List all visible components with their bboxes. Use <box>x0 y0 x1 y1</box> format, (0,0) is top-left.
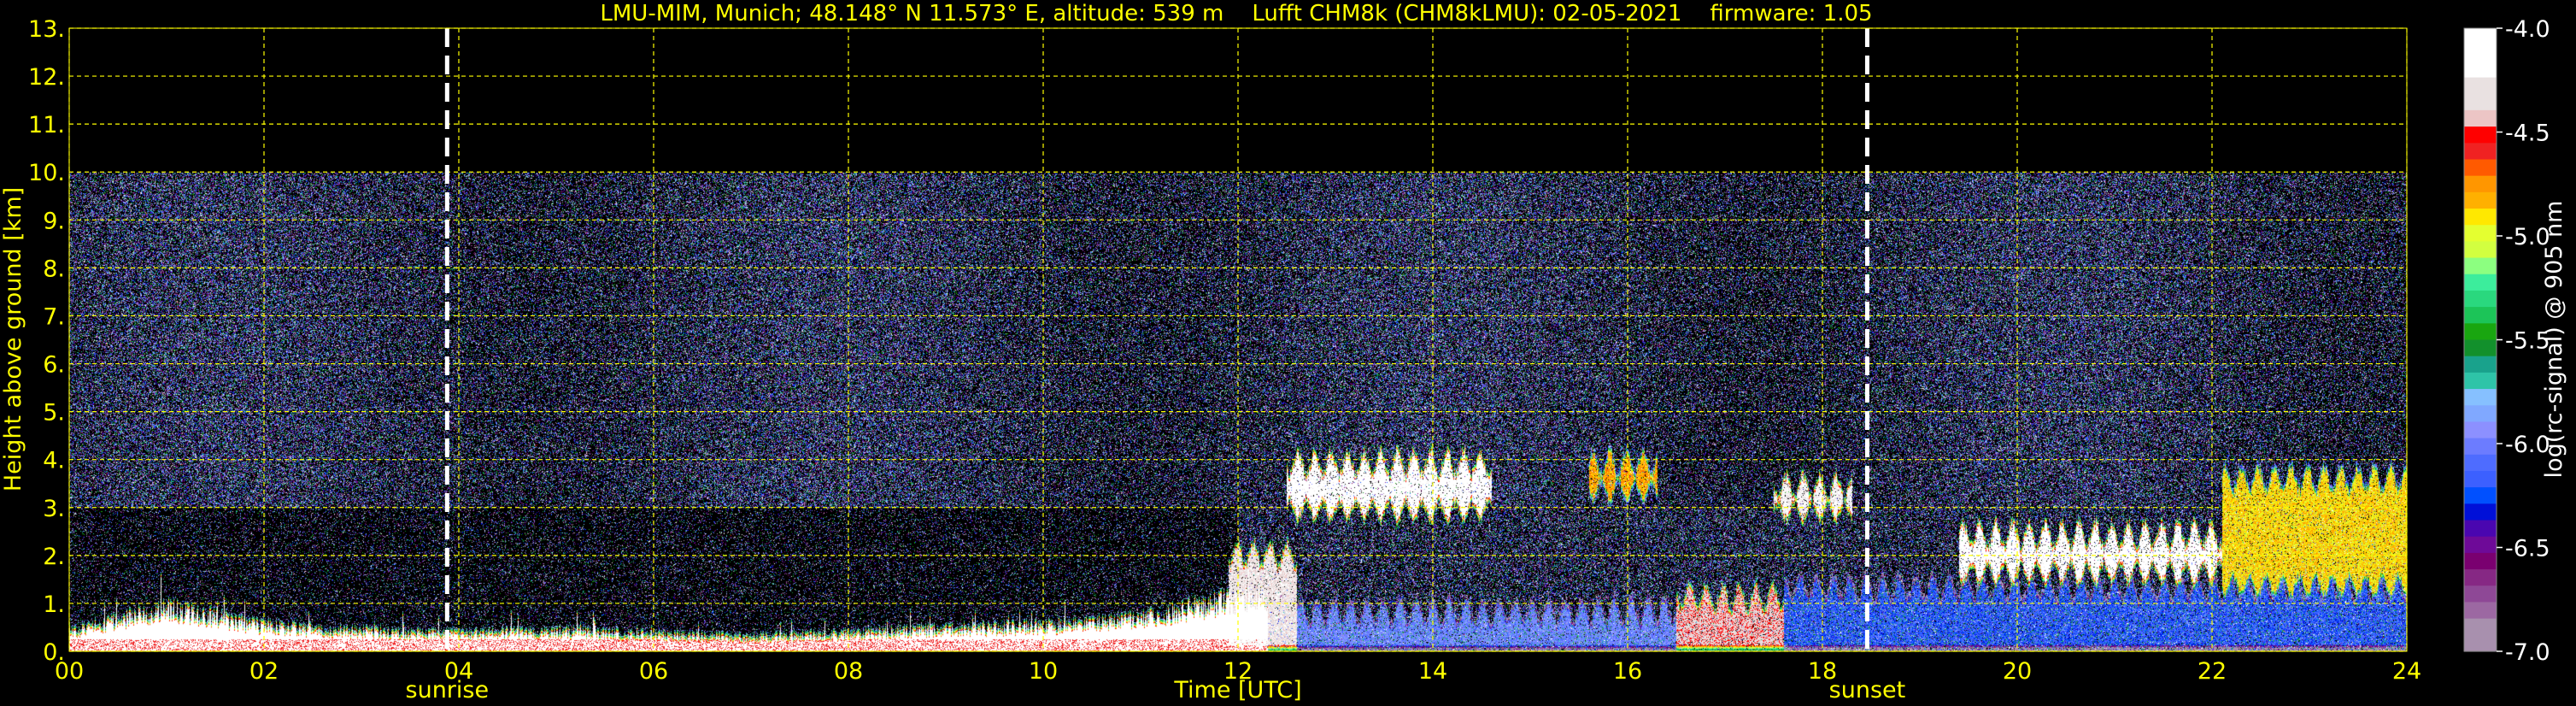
sunset-label: sunset <box>1829 677 1906 703</box>
grid <box>68 27 2408 652</box>
colorbar-swatch <box>2464 585 2497 603</box>
colorbar-swatch <box>2464 618 2497 636</box>
colorbar-swatch <box>2464 602 2497 620</box>
colorbar-swatch <box>2464 175 2497 193</box>
colorbar-swatch <box>2464 44 2497 62</box>
x-tick-label: 14 <box>1418 658 1447 685</box>
chart-title: LMU-MIM, Munich; 48.148° N 11.573° E, al… <box>600 1 1872 26</box>
x-tick-label: 08 <box>834 658 863 685</box>
colorbar-swatch <box>2464 487 2497 504</box>
colorbar-tick-label: -4.5 <box>2505 121 2550 147</box>
colorbar-swatch <box>2464 339 2497 357</box>
x-tick-label: 24 <box>2392 658 2421 685</box>
colorbar-swatch <box>2464 109 2497 127</box>
colorbar-swatch <box>2464 257 2497 275</box>
y-tick-label: 0. <box>43 639 65 666</box>
colorbar-swatch <box>2464 569 2497 586</box>
x-tick-label: 06 <box>639 658 668 685</box>
y-tick-label: 8. <box>43 256 65 282</box>
x-axis-label: Time [UTC] <box>1173 677 1301 703</box>
colorbar-swatch <box>2464 372 2497 390</box>
colorbar-swatch <box>2464 454 2497 472</box>
colorbar-swatch <box>2464 405 2497 423</box>
colorbar-swatch <box>2464 290 2497 308</box>
y-tick-label: 4. <box>43 448 65 474</box>
y-axis-label: Height above ground [km] <box>0 187 26 491</box>
y-tick-label: 2. <box>43 544 65 570</box>
colorbar-swatch <box>2464 356 2497 374</box>
colorbar-tick-label: -6.5 <box>2505 536 2550 562</box>
colorbar-swatch <box>2464 520 2497 538</box>
colorbar-swatch <box>2464 225 2497 242</box>
x-tick-label: 10 <box>1029 658 1058 685</box>
y-tick-label: 7. <box>43 303 65 330</box>
x-tick-label: 20 <box>2003 658 2032 685</box>
colorbar-swatch <box>2464 421 2497 439</box>
colorbar-swatch <box>2464 241 2497 259</box>
colorbar-swatch <box>2464 159 2497 177</box>
y-tick-labels: 0. 1. 2. 3. 4. 5. 6. 7. 8. 9. 10. 11. 12. 13. <box>28 16 65 666</box>
colorbar-swatch <box>2464 143 2497 161</box>
colorbar-swatch <box>2464 634 2497 652</box>
colorbar-swatch <box>2464 28 2497 45</box>
colorbar-swatch <box>2464 503 2497 521</box>
y-tick-label: 1. <box>43 591 65 618</box>
colorbar-label: log(rc-signal) @ 905 nm <box>2541 201 2567 479</box>
x-tick-label: 02 <box>249 658 279 685</box>
y-tick-label: 10. <box>28 160 65 186</box>
y-tick-label: 12. <box>28 64 65 91</box>
colorbar: -4.0-4.5-5.0-5.5-6.0-6.5-7.0 <box>2463 16 2550 666</box>
sun-lines <box>444 28 1869 651</box>
colorbar-swatch <box>2464 323 2497 341</box>
y-tick-label: 9. <box>43 208 65 234</box>
y-tick-label: 11. <box>28 112 65 138</box>
y-tick-label: 13. <box>28 16 65 43</box>
colorbar-swatch <box>2464 191 2497 209</box>
chart-overlay: LMU-MIM, Munich; 48.148° N 11.573° E, al… <box>0 1 2567 703</box>
colorbar-swatch <box>2464 61 2497 79</box>
y-tick-label: 5. <box>43 400 65 427</box>
colorbar-swatch <box>2464 389 2497 406</box>
x-tick-label: 16 <box>1613 658 1642 685</box>
colorbar-swatch <box>2464 209 2497 226</box>
y-tick-label: 3. <box>43 496 65 522</box>
sunrise-label: sunrise <box>406 677 490 703</box>
colorbar-swatch <box>2464 307 2497 324</box>
colorbar-tick-label: -4.0 <box>2505 16 2550 43</box>
colorbar-swatch <box>2464 536 2497 554</box>
colorbar-swatch <box>2464 552 2497 570</box>
annotation-labels: sunrise sunset <box>406 677 1906 703</box>
colorbar-swatch <box>2464 126 2497 144</box>
colorbar-swatch <box>2464 438 2497 456</box>
x-tick-label: 22 <box>2198 658 2227 685</box>
colorbar-swatch <box>2464 93 2497 111</box>
y-tick-label: 6. <box>43 352 65 379</box>
colorbar-swatch <box>2464 470 2497 488</box>
colorbar-swatch <box>2464 274 2497 291</box>
colorbar-swatch <box>2464 77 2497 95</box>
colorbar-tick-label: -7.0 <box>2505 639 2550 666</box>
